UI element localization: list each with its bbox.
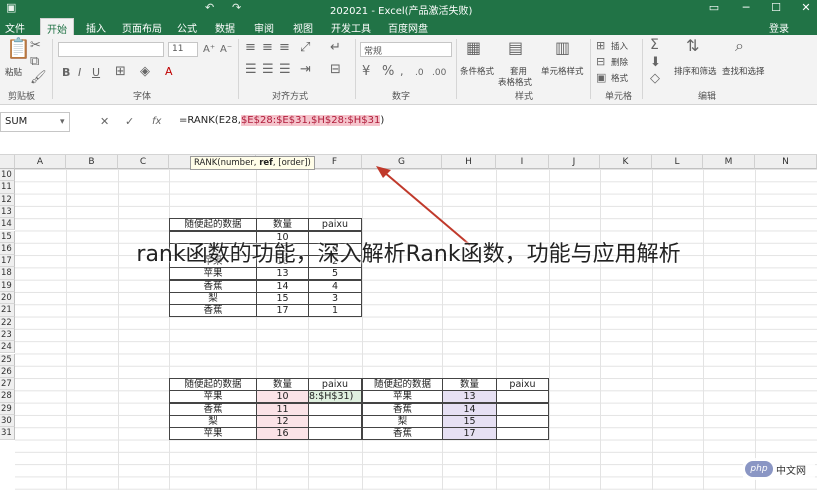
watermark-site-name: 中文网 bbox=[776, 466, 806, 477]
site-watermark: php 中文网 bbox=[743, 458, 815, 480]
overlay-headline: rank函数的功能，深入解析Rank函数，功能与应用解析 bbox=[136, 242, 681, 267]
php-logo-icon: php bbox=[745, 461, 773, 477]
